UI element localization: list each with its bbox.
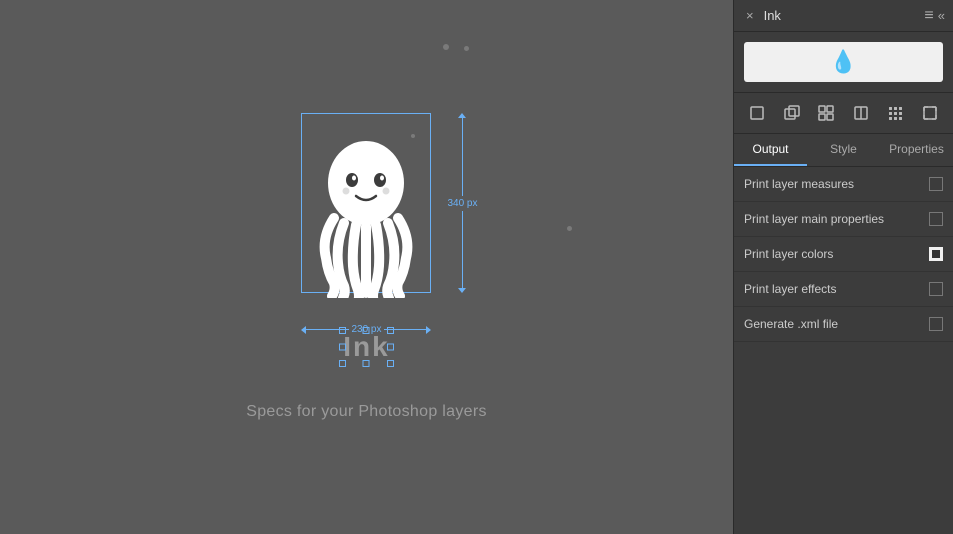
handle-bl: [339, 360, 346, 367]
panel-collapse-button[interactable]: «: [938, 8, 945, 23]
expand-corners-icon[interactable]: [918, 101, 942, 125]
option-label-xml: Generate .xml file: [744, 317, 838, 331]
option-print-main-properties[interactable]: Print layer main properties: [734, 202, 953, 237]
tabs-row: Output Style Properties: [734, 134, 953, 167]
checkbox-effects[interactable]: [929, 282, 943, 296]
icon-toolbar: [734, 93, 953, 134]
tagline: Specs for your Photoshop layers: [246, 403, 487, 421]
tab-properties[interactable]: Properties: [880, 134, 953, 166]
handle-mr: [387, 344, 394, 351]
decorative-dot: [464, 46, 469, 51]
illustration-wrapper: 340 px 230 px Ink: [246, 113, 487, 421]
option-label-effects: Print layer effects: [744, 282, 836, 296]
logo-selection: Ink: [343, 331, 389, 363]
panel-titlebar: × Ink ≡ «: [734, 0, 953, 32]
tab-output[interactable]: Output: [734, 134, 807, 166]
align-center-icon[interactable]: [849, 101, 873, 125]
octopus-container: 340 px 230 px: [251, 113, 481, 313]
canvas-area: 340 px 230 px Ink: [0, 0, 733, 534]
color-picker-area: 💧: [734, 32, 953, 93]
option-generate-xml[interactable]: Generate .xml file: [734, 307, 953, 342]
decorative-dot: [567, 226, 572, 231]
handle-tm: [363, 327, 370, 334]
checkbox-colors[interactable]: [929, 247, 943, 261]
logo-text: Ink: [343, 331, 389, 363]
checkbox-measures[interactable]: [929, 177, 943, 191]
option-label-colors: Print layer colors: [744, 247, 833, 261]
handle-tl: [339, 327, 346, 334]
vertical-dimension: 340 px: [445, 113, 479, 293]
option-print-effects[interactable]: Print layer effects: [734, 272, 953, 307]
option-print-measures[interactable]: Print layer measures: [734, 167, 953, 202]
decorative-dot: [443, 44, 449, 50]
option-print-colors[interactable]: Print layer colors: [734, 237, 953, 272]
checkbox-xml[interactable]: [929, 317, 943, 331]
dots-grid-icon[interactable]: [883, 101, 907, 125]
color-drop-icon: 💧: [830, 49, 857, 75]
option-label-main-properties: Print layer main properties: [744, 212, 884, 226]
color-bar[interactable]: 💧: [744, 42, 943, 82]
dual-layer-icon[interactable]: [780, 101, 804, 125]
checkbox-main-properties[interactable]: [929, 212, 943, 226]
panel: × Ink ≡ « 💧 Output Style Pr: [733, 0, 953, 534]
handle-tr: [387, 327, 394, 334]
tab-style[interactable]: Style: [807, 134, 880, 166]
option-label-measures: Print layer measures: [744, 177, 854, 191]
handle-br: [387, 360, 394, 367]
handle-bm: [363, 360, 370, 367]
quad-layer-icon[interactable]: [814, 101, 838, 125]
panel-menu-icon[interactable]: ≡: [924, 7, 933, 25]
options-list: Print layer measures Print layer main pr…: [734, 167, 953, 534]
panel-close-button[interactable]: ×: [742, 6, 758, 25]
handle-ml: [339, 344, 346, 351]
single-layer-icon[interactable]: [745, 101, 769, 125]
octopus-illustration: [306, 128, 426, 298]
panel-title: Ink: [764, 8, 925, 23]
